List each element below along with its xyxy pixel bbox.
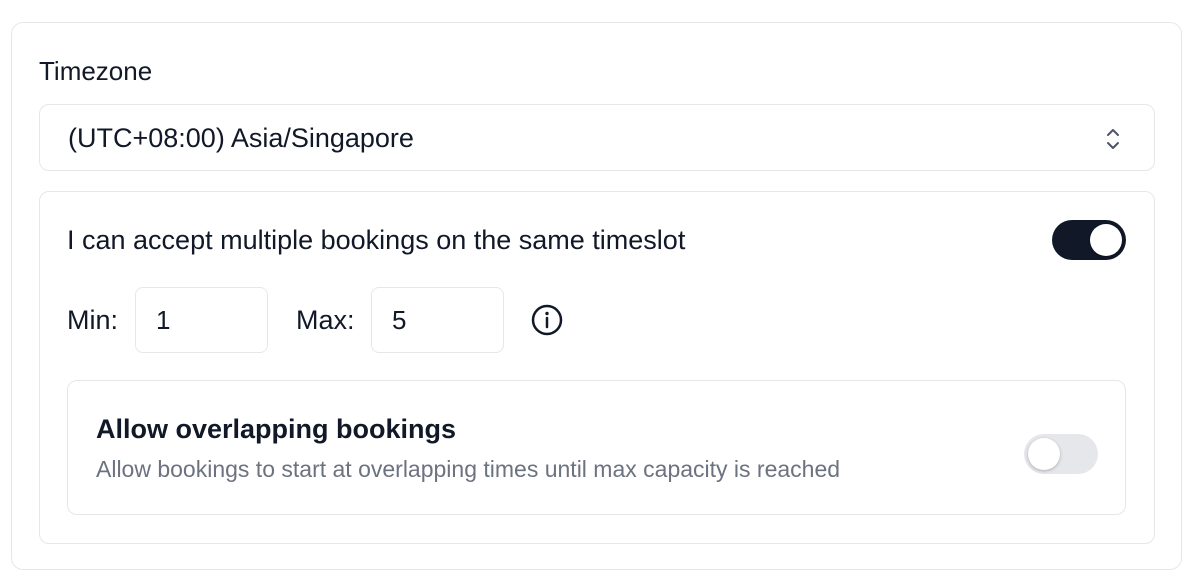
overlapping-bookings-title: Allow overlapping bookings bbox=[96, 414, 457, 444]
multiple-bookings-label: I can accept multiple bookings on the sa… bbox=[67, 225, 686, 255]
timezone-label: Timezone bbox=[39, 56, 153, 86]
timezone-select[interactable]: (UTC+08:00) Asia/Singapore bbox=[39, 104, 1155, 171]
info-icon[interactable] bbox=[531, 304, 563, 336]
toggle-knob bbox=[1090, 224, 1122, 256]
multiple-bookings-toggle[interactable] bbox=[1052, 220, 1126, 260]
overlapping-bookings-toggle[interactable] bbox=[1024, 434, 1098, 474]
overlapping-bookings-description: Allow bookings to start at overlapping t… bbox=[96, 456, 841, 482]
toggle-knob bbox=[1028, 438, 1060, 470]
timezone-selected-value: (UTC+08:00) Asia/Singapore bbox=[68, 123, 414, 153]
max-label: Max: bbox=[296, 305, 355, 335]
overlapping-bookings-box bbox=[67, 380, 1126, 515]
max-input[interactable] bbox=[371, 287, 504, 353]
chevron-up-down-icon bbox=[1107, 129, 1119, 149]
min-label: Min: bbox=[67, 305, 119, 335]
min-input[interactable] bbox=[135, 287, 268, 353]
